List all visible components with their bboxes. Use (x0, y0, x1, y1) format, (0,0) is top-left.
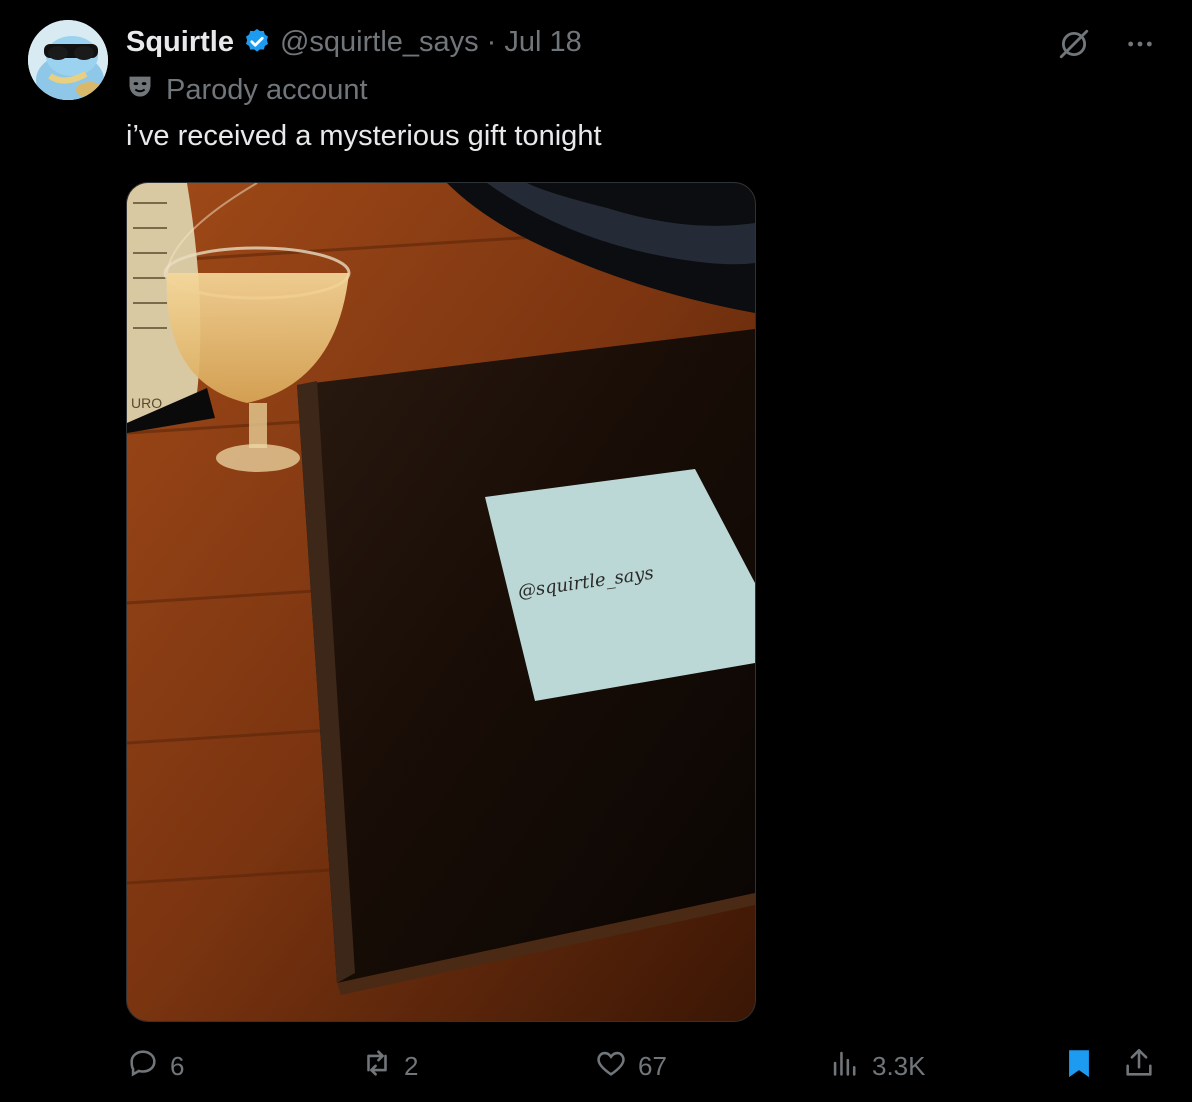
more-icon[interactable] (1120, 24, 1160, 64)
like-icon (594, 1046, 628, 1087)
author-name[interactable]: Squirtle (126, 26, 234, 59)
tweet-text: i’ve received a mysterious gift tonight (126, 120, 602, 152)
like-count: 67 (638, 1050, 667, 1081)
menu-fragment-text: URO (131, 395, 162, 411)
views-button[interactable]: 3.3K (828, 1040, 926, 1092)
post-date[interactable]: Jul 18 (504, 26, 581, 59)
views-count: 3.3K (872, 1050, 926, 1081)
share-button[interactable] (1122, 1040, 1156, 1092)
bookmark-icon (1062, 1046, 1096, 1087)
parody-mask-icon (126, 72, 154, 108)
separator-dot: · (486, 25, 497, 58)
parody-label: Parody account (166, 73, 368, 106)
verified-badge-icon (242, 27, 272, 57)
repost-count: 2 (404, 1050, 419, 1081)
reply-count: 6 (170, 1050, 185, 1081)
avatar[interactable] (28, 20, 108, 100)
like-button[interactable]: 67 (594, 1040, 667, 1092)
reply-button[interactable]: 6 (126, 1040, 184, 1092)
post-image[interactable]: URO @squirtle_says (126, 182, 756, 1022)
repost-icon (360, 1046, 394, 1087)
reply-icon (126, 1046, 160, 1087)
author-handle[interactable]: @squirtle_says (280, 26, 479, 59)
bookmark-button[interactable] (1062, 1040, 1096, 1092)
grok-icon[interactable] (1054, 24, 1094, 64)
share-icon (1122, 1046, 1156, 1087)
repost-button[interactable]: 2 (360, 1040, 418, 1092)
views-icon (828, 1046, 862, 1087)
